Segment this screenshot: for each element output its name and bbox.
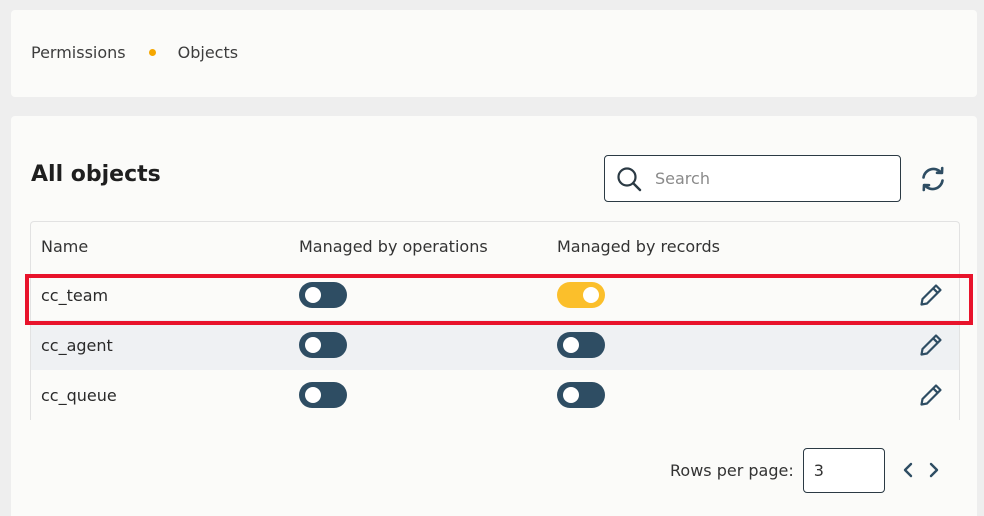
- breadcrumb-card: Permissions Objects: [11, 10, 977, 97]
- search-icon: [617, 166, 642, 191]
- page-title: All objects: [31, 162, 161, 187]
- table-row: cc_team: [31, 270, 959, 320]
- chevron-left-icon: [903, 462, 912, 478]
- rows-per-page-input[interactable]: 3: [802, 447, 885, 493]
- table-row: cc_agent: [31, 320, 959, 370]
- refresh-icon: [922, 166, 944, 192]
- pencil-icon: [920, 334, 942, 356]
- toggle-knob: [583, 287, 599, 303]
- operations-toggle[interactable]: [299, 382, 347, 408]
- search-box[interactable]: [604, 155, 901, 202]
- edit-button[interactable]: [917, 381, 945, 409]
- edit-button[interactable]: [917, 331, 945, 359]
- records-toggle[interactable]: [557, 332, 605, 358]
- breadcrumb-item-permissions[interactable]: Permissions: [31, 43, 126, 62]
- previous-page-button[interactable]: [901, 461, 915, 479]
- column-header-name[interactable]: Name: [41, 222, 88, 270]
- operations-toggle[interactable]: [299, 332, 347, 358]
- breadcrumb: Permissions Objects: [31, 43, 238, 62]
- operations-toggle[interactable]: [299, 282, 347, 308]
- toggle-knob: [305, 387, 321, 403]
- records-toggle[interactable]: [557, 382, 605, 408]
- edit-button[interactable]: [917, 281, 945, 309]
- table-header: Name Managed by operations Managed by re…: [31, 222, 959, 270]
- object-name: cc_team: [41, 285, 109, 305]
- toggle-knob: [563, 337, 579, 353]
- pagination: Rows per page: 3: [670, 447, 941, 493]
- breadcrumb-separator-dot: [148, 49, 156, 56]
- toggle-knob: [305, 337, 321, 353]
- refresh-button[interactable]: [918, 164, 948, 194]
- search-input[interactable]: [653, 168, 877, 189]
- object-name: cc_agent: [41, 335, 113, 355]
- table-row: cc_queue: [31, 370, 959, 420]
- rows-per-page-label: Rows per page:: [670, 460, 794, 480]
- column-header-managed-by-operations[interactable]: Managed by operations: [299, 222, 488, 270]
- column-header-managed-by-records[interactable]: Managed by records: [557, 222, 720, 270]
- pencil-icon: [920, 384, 942, 406]
- records-toggle[interactable]: [557, 282, 605, 308]
- next-page-button[interactable]: [927, 461, 941, 479]
- toggle-knob: [305, 287, 321, 303]
- toggle-knob: [563, 387, 579, 403]
- objects-table: Name Managed by operations Managed by re…: [30, 221, 960, 420]
- pencil-icon: [920, 284, 942, 306]
- chevron-right-icon: [929, 462, 938, 478]
- breadcrumb-item-objects: Objects: [177, 43, 239, 62]
- object-name: cc_queue: [41, 385, 117, 405]
